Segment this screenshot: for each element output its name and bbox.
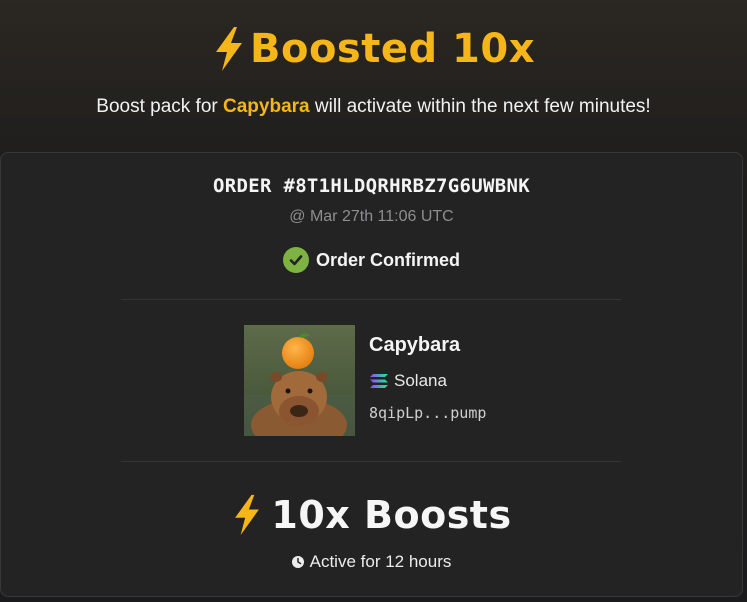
subtitle-token-name: Capybara <box>223 96 310 117</box>
lightning-bolt-icon <box>235 494 260 536</box>
subtitle-prefix: Boost pack for <box>96 96 224 117</box>
solana-icon <box>370 374 388 388</box>
order-status: Order Confirmed <box>1 247 742 273</box>
divider <box>121 299 621 300</box>
title-text: Boosted 10x <box>249 26 536 72</box>
order-status-label: Order Confirmed <box>315 249 461 270</box>
check-circle-icon <box>282 247 309 273</box>
token-address[interactable]: 8qipLp...pump <box>369 404 486 422</box>
boost-duration-label: Active for 12 hours <box>309 552 452 571</box>
order-timestamp: @ Mar 27th 11:06 UTC <box>289 208 454 225</box>
clock-icon <box>291 556 304 568</box>
header: Boosted 10x Boost pack for Capybara will… <box>0 0 747 150</box>
token-info: Capybara Solana 8qipLp...pump <box>369 325 486 436</box>
order-id: ORDER #8T1HLDQRHRBZ7G6UWBNK <box>213 175 530 197</box>
subtitle-suffix: will activate within the next few minute… <box>309 96 651 117</box>
token-summary: Capybara Solana 8qipLp...pump <box>244 325 486 436</box>
boost-count: 10x Boosts <box>271 493 512 537</box>
token-name: Capybara <box>369 334 461 356</box>
token-chain: Solana <box>369 371 486 391</box>
lightning-bolt-icon <box>215 27 242 71</box>
page-title: Boosted 10x <box>0 26 747 72</box>
boost-duration: Active for 12 hours <box>1 552 742 572</box>
token-image <box>244 325 355 436</box>
token-chain-label: Solana <box>394 371 447 390</box>
order-card: ORDER #8T1HLDQRHRBZ7G6UWBNK @ Mar 27th 1… <box>0 152 743 597</box>
boost-summary: 10x Boosts <box>1 493 742 537</box>
subtitle: Boost pack for Capybara will activate wi… <box>0 96 747 118</box>
divider <box>121 461 621 462</box>
